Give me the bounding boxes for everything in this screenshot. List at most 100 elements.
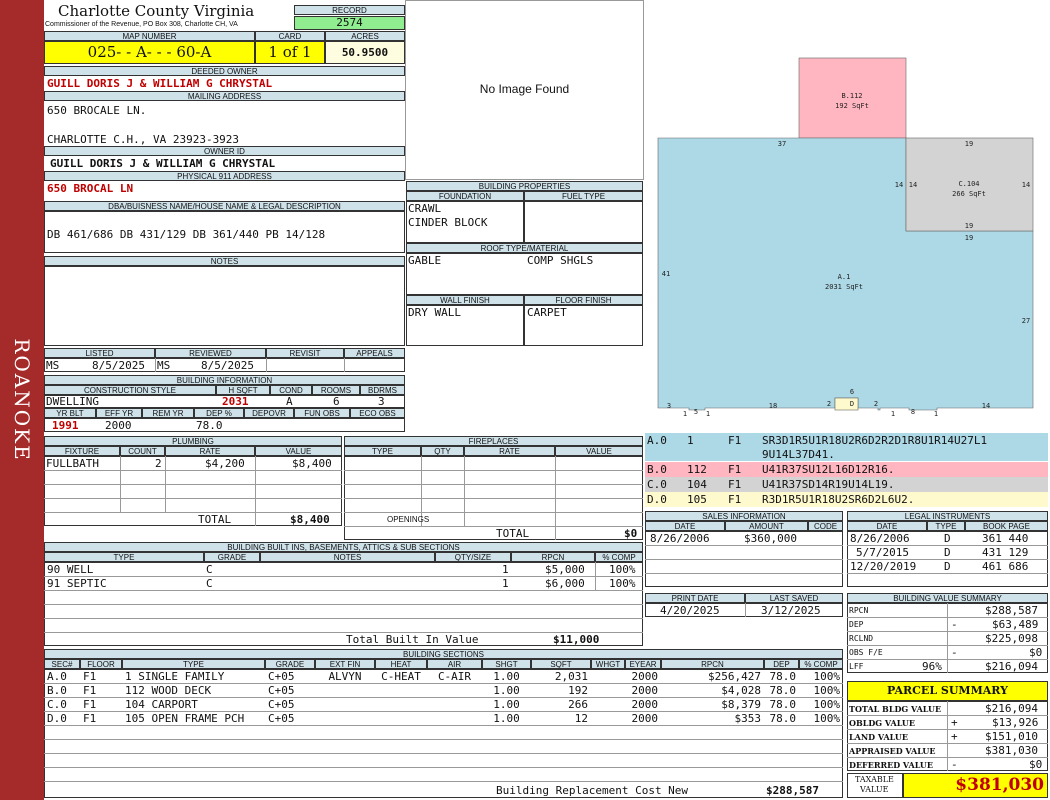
li-type: D xyxy=(944,532,951,545)
taxable-label-line1: TAXABLE xyxy=(855,775,894,784)
vs-label: OBS F/E xyxy=(849,648,883,657)
print-date-header: PRINT DATE xyxy=(645,593,745,603)
sketch-dim: 2 xyxy=(827,400,831,408)
fixture-header: FIXTURE xyxy=(44,446,120,456)
roof-material: COMP SHGLS xyxy=(527,254,594,267)
divider xyxy=(344,526,643,527)
bi-grade: C xyxy=(206,563,213,576)
section-col-header: RPCN xyxy=(661,659,764,669)
divider xyxy=(344,358,345,372)
fireplaces-total-label: TOTAL xyxy=(496,527,530,540)
value-summary-header: BUILDING VALUE SUMMARY xyxy=(847,593,1048,603)
section-cell-sqft: 266 xyxy=(568,698,588,711)
legend-num: 1 xyxy=(687,434,694,447)
legend-num: 112 xyxy=(687,463,707,476)
listed-header: LISTED xyxy=(44,348,155,358)
section-cell-comp: 100% xyxy=(813,684,841,697)
divider xyxy=(645,545,843,546)
section-cell-sqft: 12 xyxy=(574,712,588,725)
county-title: Charlotte County Virginia xyxy=(58,2,255,20)
hsqft-header: H SQFT xyxy=(216,385,270,395)
sketch-dim: 41 xyxy=(662,270,670,278)
depovr-header: DEPOVR xyxy=(244,408,294,418)
legal-description-header: DBA/BUISNESS NAME/HOUSE NAME & LEGAL DES… xyxy=(44,201,405,211)
divider xyxy=(155,358,156,372)
bdrms-value: 3 xyxy=(378,395,385,408)
legend-num: 104 xyxy=(687,478,707,491)
vs-value: $225,098 xyxy=(985,632,1038,645)
divider xyxy=(947,603,948,673)
section-cell-floor: F1 xyxy=(83,698,97,711)
li-type: D xyxy=(944,560,951,573)
building-info-row2 xyxy=(44,418,405,432)
li-date: 5/7/2015 xyxy=(856,546,909,559)
fuel-box xyxy=(524,201,643,243)
section-cell-eyear: 2000 xyxy=(631,684,659,697)
acres-header: ACRES xyxy=(325,31,405,41)
plumbing-rate: $4,200 xyxy=(205,457,245,470)
section-cell-shgt: 1.00 xyxy=(493,684,520,697)
bi-rpcn-header: RPCN xyxy=(511,552,595,562)
divider xyxy=(44,470,342,471)
deeded-owner-header: DEEDED OWNER xyxy=(44,66,405,76)
bi-grade: C xyxy=(206,577,213,590)
section-col-header: WHGT xyxy=(591,659,625,669)
fp-value-header: VALUE xyxy=(555,446,643,456)
ps-value: $151,010 xyxy=(985,730,1038,743)
plumbing-total-label: TOTAL xyxy=(198,513,232,526)
sketch-sqft-c: 266 SqFt xyxy=(952,190,986,198)
divider xyxy=(255,456,256,526)
ps-value: $13,926 xyxy=(992,716,1039,729)
foundation-header: FOUNDATION xyxy=(406,191,524,201)
divider xyxy=(344,498,643,499)
legend-vectors: SR3D1R5U1R18U2R6D2R2D1R8U1R14U27L1 xyxy=(762,434,988,447)
sketch-dim: 37 xyxy=(778,140,786,148)
construction-style-header: CONSTRUCTION STYLE xyxy=(44,385,216,395)
sketch-dim: 6 xyxy=(850,388,854,396)
parcel-summary-title-box: PARCEL SUMMARY xyxy=(847,681,1048,701)
bi-type: 90 WELL xyxy=(47,563,94,576)
bi-qty-header: QTY/SIZE xyxy=(435,552,511,562)
reviewed-by: MS xyxy=(157,359,171,372)
plumbing-header: PLUMBING xyxy=(44,436,342,446)
li-book: 461 686 xyxy=(982,560,1029,573)
card-box: 1 of 1 xyxy=(255,41,325,64)
bi-type: 91 SEPTIC xyxy=(47,577,107,590)
legend-vectors: U41R37SU12L16D12R16. xyxy=(762,463,895,476)
owner-id-value: GUILL DORIS J & WILLIAM G CHRYSTAL xyxy=(50,157,276,170)
sketch-label-c: C.104 xyxy=(958,180,979,188)
bi-grade-header: GRADE xyxy=(204,552,260,562)
builtins-total-label: Total Built In Value xyxy=(346,633,479,646)
ps-label: LAND VALUE xyxy=(849,732,908,742)
plumbing-value: $8,400 xyxy=(292,457,332,470)
building-info-header: BUILDING INFORMATION xyxy=(44,375,405,385)
sketch-label-d: D xyxy=(850,400,854,408)
legend-code: A.0 xyxy=(647,434,667,447)
section-cell-grade: C+05 xyxy=(268,684,295,697)
section-col-header: AIR xyxy=(427,659,482,669)
section-col-header: EXT FIN xyxy=(315,659,375,669)
ps-label: APPRAISED VALUE xyxy=(849,746,936,756)
effyr-header: EFF YR xyxy=(96,408,142,418)
divider xyxy=(847,573,1048,574)
section-cell-shgt: 1.00 xyxy=(493,712,520,725)
rcn-label: Building Replacement Cost New xyxy=(496,784,689,797)
sale-date: 8/26/2006 xyxy=(650,532,710,545)
divider xyxy=(44,498,342,499)
appeals-header: APPEALS xyxy=(344,348,405,358)
ps-label: TOTAL BLDG VALUE xyxy=(849,704,942,714)
bi-rpcn: $5,000 xyxy=(545,563,585,576)
li-type-header: TYPE xyxy=(927,521,965,531)
construction-style: DWELLING xyxy=(46,395,99,408)
li-date: 12/20/2019 xyxy=(850,560,917,573)
section-cell-sec: C.0 xyxy=(47,698,67,711)
sketch-dim: 1 xyxy=(891,410,895,418)
legend-vectors: R3D1R5U1R18U2SR6D2L6U2. xyxy=(762,493,915,506)
effyr-value: 2000 xyxy=(105,419,132,432)
ps-sign: - xyxy=(951,758,958,771)
legend-floor: F1 xyxy=(728,493,742,506)
plumbing-total-value: $8,400 xyxy=(290,513,330,526)
sections-header: BUILDING SECTIONS xyxy=(44,649,843,659)
last-saved-value: 3/12/2025 xyxy=(761,604,821,617)
fp-qty-header: QTY xyxy=(421,446,464,456)
